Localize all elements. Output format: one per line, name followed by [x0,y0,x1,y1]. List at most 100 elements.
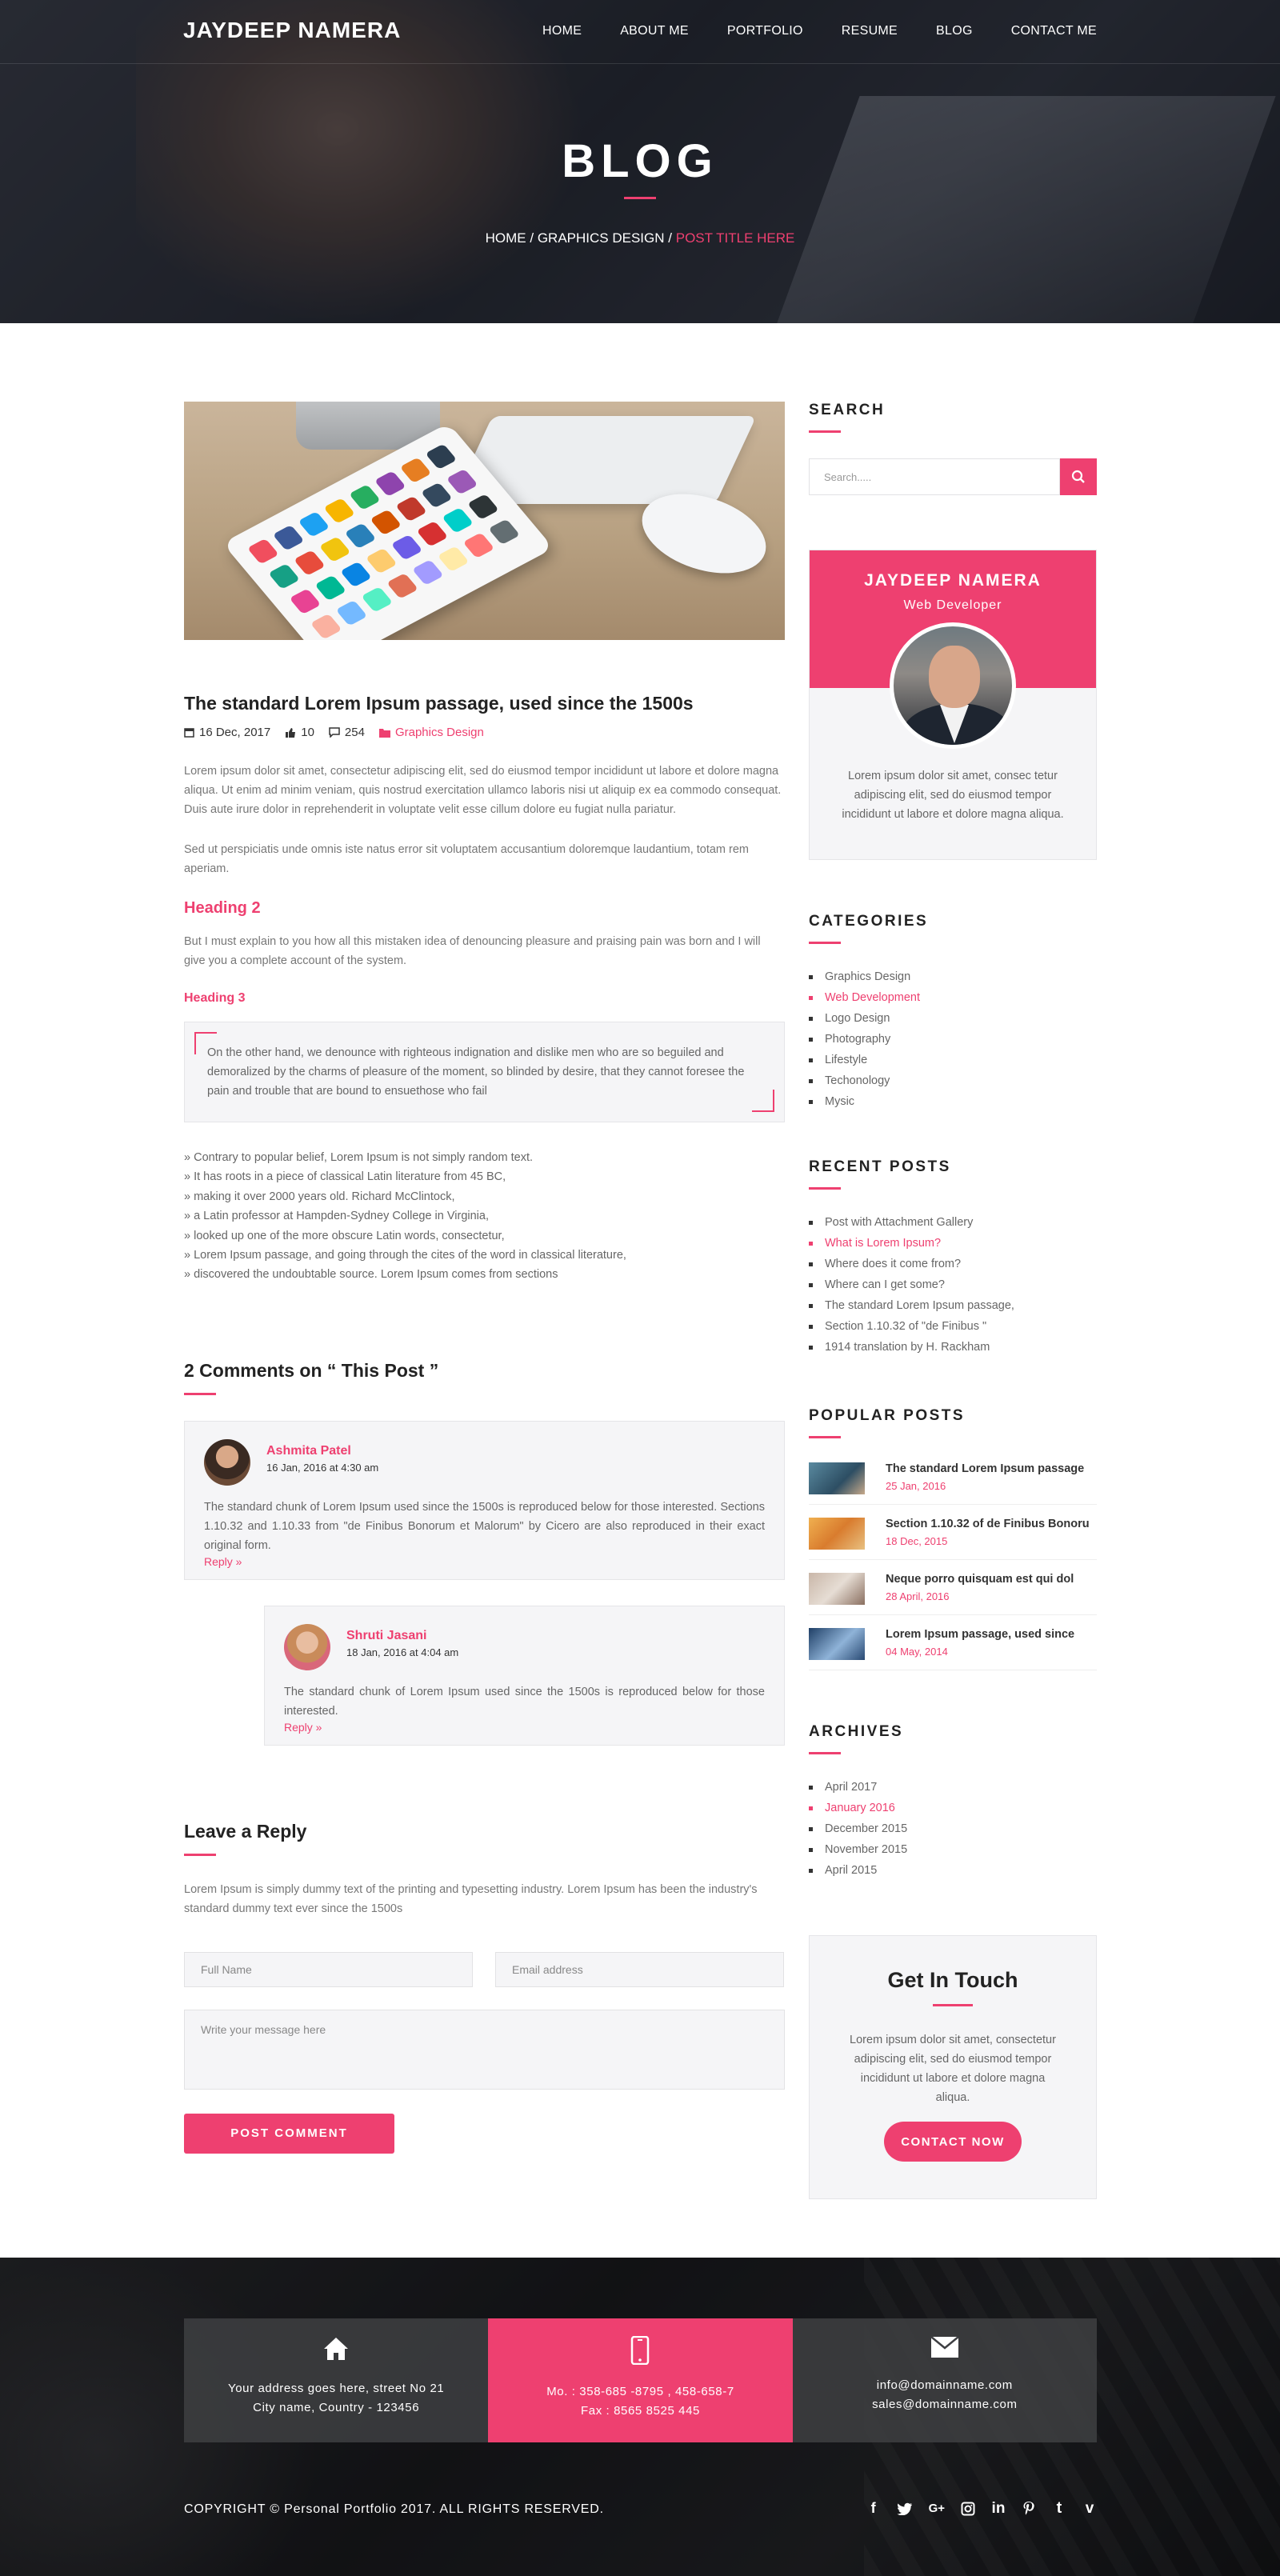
nav-resume[interactable]: RESUME [842,24,898,38]
get-in-touch-card: Get In Touch Lorem ipsum dolor sit amet,… [809,1935,1097,2199]
vimeo-icon[interactable]: v [1082,2500,1097,2518]
post-comment-button[interactable]: POST COMMENT [184,2113,394,2154]
page-title: BLOG [562,135,718,187]
categories-title: CATEGORIES [809,913,929,930]
social-links: f G+ in t v [866,2499,1097,2518]
reply-link[interactable]: Reply » [284,1721,322,1734]
post-blockquote: On the other hand, we denounce with righ… [184,1022,785,1122]
archive-item[interactable]: November 2015 [809,1839,1097,1860]
email-link[interactable]: sales@domainname.com [793,2395,1097,2414]
nav-portfolio[interactable]: PORTFOLIO [727,24,803,38]
category-item[interactable]: Techonology [809,1070,1097,1091]
category-item[interactable]: Lifestyle [809,1050,1097,1070]
post-paragraph: But I must explain to you how all this m… [184,935,761,967]
reply-link[interactable]: Reply » [204,1555,242,1568]
profile-card: JAYDEEP NAMERA Web Developer Lorem ipsum… [809,550,1097,860]
list-item: » a Latin professor at Hampden-Sydney Co… [184,1210,489,1223]
popular-posts-title: POPULAR POSTS [809,1407,966,1424]
calendar-icon [184,728,194,738]
email-box: info@domainname.com sales@domainname.com [792,2318,1097,2442]
archives-title: ARCHIVES [809,1723,904,1740]
recent-posts-list: Post with Attachment Gallery What is Lor… [809,1212,1097,1358]
tumblr-icon[interactable]: t [1052,2499,1066,2518]
popular-post[interactable]: Section 1.10.32 of de Finibus Bonoru 18 D… [809,1518,1097,1560]
category-item[interactable]: Web Development [809,987,1097,1008]
heading-underline [809,1187,841,1190]
popular-post[interactable]: Lorem Ipsum passage, used since 04 May, 2… [809,1628,1097,1670]
popular-post-thumbnail [809,1628,865,1660]
recent-post-item[interactable]: Post with Attachment Gallery [809,1212,1097,1233]
category-item[interactable]: Mysic [809,1091,1097,1112]
avatar [204,1438,250,1486]
nav-contact[interactable]: CONTACT ME [1011,24,1097,38]
archive-item[interactable]: April 2015 [809,1860,1097,1881]
recent-post-item[interactable]: Section 1.10.32 of "de Finibus " [809,1316,1097,1337]
post-category[interactable]: Graphics Design [378,726,484,739]
breadcrumb-category[interactable]: GRAPHICS DESIGN [538,230,665,246]
post-comments[interactable]: 254 [329,726,365,739]
breadcrumb-current: POST TITLE HERE [675,230,795,246]
search-input[interactable]: Search..... [809,458,1060,495]
popular-post-thumbnail [809,1573,865,1605]
recent-posts-title: RECENT POSTS [809,1158,951,1175]
breadcrumb: HOME / GRAPHICS DESIGN / POST TITLE HERE [0,230,1280,246]
nav-home[interactable]: HOME [542,24,582,38]
facebook-icon[interactable]: f [866,2500,881,2517]
recent-post-item[interactable]: Where can I get some? [809,1274,1097,1295]
recent-post-item[interactable]: The standard Lorem Ipsum passage, [809,1295,1097,1316]
sidebar: SEARCH Search..... JAYDEEP NAMERA Web De… [809,402,1097,2199]
post-date-text: 16 Dec, 2017 [199,726,271,739]
post-likes[interactable]: 10 [285,726,314,739]
comment-icon [329,727,340,738]
search-button[interactable] [1060,458,1097,495]
pinterest-icon[interactable] [1022,2501,1036,2517]
google-plus-icon[interactable]: G+ [929,2502,945,2515]
copyright: COPYRIGHT © Personal Portfolio 2017. ALL… [184,2502,604,2516]
comment-reply: Shruti Jasani 18 Jan, 2016 at 4:04 am Th… [264,1605,785,1746]
search-icon [1071,470,1085,483]
linkedin-icon[interactable]: in [991,2500,1006,2518]
post-category-link[interactable]: Graphics Design [395,726,484,739]
breadcrumb-separator: / [530,230,534,246]
main-nav: HOME ABOUT ME PORTFOLIO RESUME BLOG CONT… [542,24,1097,38]
archive-item[interactable]: April 2017 [809,1777,1097,1798]
twitter-icon[interactable] [897,2502,913,2515]
popular-post[interactable]: Neque porro quisquam est qui dol 28 April… [809,1573,1097,1615]
category-item[interactable]: Photography [809,1029,1097,1050]
full-name-input[interactable]: Full Name [184,1951,473,1987]
breadcrumb-home[interactable]: HOME [486,230,526,246]
categories-widget: CATEGORIES Graphics Design Web Developme… [809,913,1097,1112]
message-textarea[interactable]: Write your message here [184,2009,785,2090]
popular-post-date: 25 Jan, 2016 [886,1480,946,1492]
heading-underline [184,1853,216,1856]
archives-widget: ARCHIVES April 2017 January 2016 Decembe… [809,1723,1097,1881]
post-comments-count: 254 [344,726,365,739]
recent-post-item[interactable]: Where does it come from? [809,1254,1097,1274]
email-link[interactable]: info@domainname.com [793,2376,1097,2395]
popular-post-title: Neque porro quisquam est qui dol [886,1573,1074,1586]
nav-blog[interactable]: BLOG [936,24,973,38]
category-item[interactable]: Logo Design [809,1008,1097,1029]
list-item: » Contrary to popular belief, Lorem Ipsu… [184,1151,533,1164]
recent-post-item[interactable]: What is Lorem Ipsum? [809,1233,1097,1254]
instagram-icon[interactable] [961,2502,975,2516]
profile-role: Web Developer [903,598,1002,612]
comment-author: Ashmita Patel [266,1443,351,1458]
post-paragraph: Lorem ipsum dolor sit amet, consectetur … [184,765,782,816]
recent-post-item[interactable]: 1914 translation by H. Rackham [809,1337,1097,1358]
post-heading-2: Heading 2 [184,899,261,917]
site-logo[interactable]: JAYDEEP NAMERA [183,18,401,43]
reply-intro: Lorem Ipsum is simply dummy text of the … [184,1882,758,1915]
post-paragraph: Sed ut perspiciatis unde omnis iste natu… [184,843,750,875]
archive-item[interactable]: January 2016 [809,1798,1097,1818]
nav-about[interactable]: ABOUT ME [620,24,689,38]
comment-date: 18 Jan, 2016 at 4:04 am [346,1646,459,1658]
contact-now-button[interactable]: CONTACT NOW [884,2122,1022,2162]
archive-item[interactable]: December 2015 [809,1818,1097,1839]
post-list: » Contrary to popular belief, Lorem Ipsu… [184,1148,785,1285]
email-input[interactable]: Email address [495,1951,784,1987]
popular-post[interactable]: The standard Lorem Ipsum passage 25 Jan, … [809,1462,1097,1505]
category-item[interactable]: Graphics Design [809,966,1097,987]
heading-underline [809,1436,841,1438]
avatar [284,1623,330,1670]
